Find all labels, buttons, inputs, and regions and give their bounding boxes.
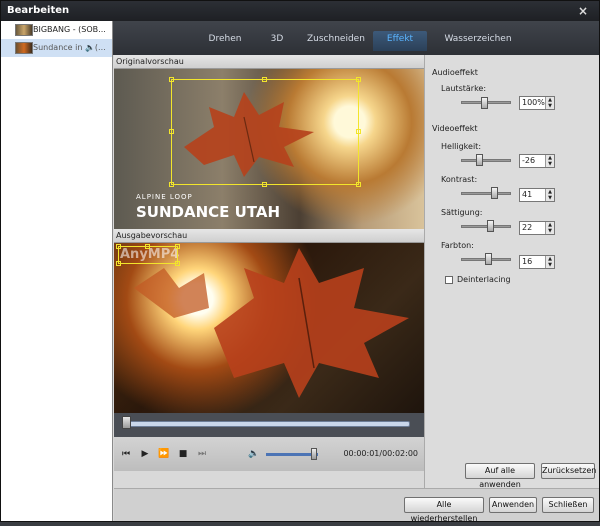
crop-handle[interactable] xyxy=(356,129,361,134)
crop-handle[interactable] xyxy=(356,182,361,187)
volume-icon[interactable]: 🔈 xyxy=(248,448,260,460)
watermark-handle[interactable] xyxy=(145,244,150,249)
original-preview-label: Originalvorschau xyxy=(114,55,424,69)
watermark-handle[interactable] xyxy=(175,261,180,266)
brightness-thumb[interactable] xyxy=(476,154,483,166)
spinner-arrows-icon[interactable]: ▲ ▼ xyxy=(545,256,554,268)
seek-bar[interactable] xyxy=(126,421,410,427)
video-thumbnail xyxy=(15,24,33,36)
stop-icon[interactable]: ■ xyxy=(177,448,189,460)
saturation-thumb[interactable] xyxy=(487,220,494,232)
contrast-slider[interactable] xyxy=(461,192,511,195)
brightness-value: -26 xyxy=(522,156,536,165)
hue-thumb[interactable] xyxy=(485,253,492,265)
contrast-spinbox[interactable]: 41 ▲ ▼ xyxy=(519,188,555,202)
crop-frame[interactable] xyxy=(171,79,359,185)
player-controls: ⏮ ▶ ⏩ ■ ⏭ 🔈 00:00:01/00:02:00 xyxy=(114,437,424,471)
reset-button[interactable]: Zurücksetzen xyxy=(541,463,596,479)
apply-to-all-button[interactable]: Auf alle anwenden xyxy=(465,463,535,489)
spinner-arrows-icon[interactable]: ▲ ▼ xyxy=(545,97,554,109)
crop-handle[interactable] xyxy=(262,77,267,82)
title-bar: Bearbeiten × xyxy=(1,1,599,21)
file-list: BIGBANG - (SOB... Sundance in 🔈(... xyxy=(1,21,113,521)
fast-forward-icon[interactable]: ⏩ xyxy=(158,448,170,460)
tab-effect[interactable]: Effekt xyxy=(373,31,427,51)
tab-bar: Drehen 3D Zuschneiden Effekt Wasserzeich… xyxy=(113,21,599,55)
saturation-slider[interactable] xyxy=(461,225,511,228)
watermark-handle[interactable] xyxy=(175,244,180,249)
saturation-value: 22 xyxy=(522,223,533,232)
skip-forward-icon[interactable]: ⏭ xyxy=(196,448,208,460)
hue-value: 16 xyxy=(522,257,533,266)
restore-all-button[interactable]: Alle wiederherstellen xyxy=(404,497,484,523)
tab-crop[interactable]: Zuschneiden xyxy=(307,31,365,51)
play-icon[interactable]: ▶ xyxy=(139,448,151,460)
volume-thumb[interactable] xyxy=(311,448,317,460)
crop-handle[interactable] xyxy=(169,129,174,134)
seek-thumb[interactable] xyxy=(122,416,131,429)
brightness-slider[interactable] xyxy=(461,159,511,162)
edit-window: Bearbeiten × BIGBANG - (SOB... Sundance … xyxy=(0,0,600,523)
bottom-button-bar: Alle wiederherstellen Anwenden Schließen xyxy=(114,488,599,523)
file-item-label: Sundance in 🔈(... xyxy=(33,43,106,52)
tab-rotate[interactable]: Drehen xyxy=(205,31,245,51)
deinterlace-checkbox[interactable] xyxy=(445,276,453,284)
file-item-sundance[interactable]: Sundance in 🔈(... xyxy=(1,39,112,57)
video-thumbnail xyxy=(15,42,33,54)
saturation-label: Sättigung: xyxy=(441,208,483,217)
effect-settings-panel: Audioeffekt Lautstärke: 100% ▲ ▼ Videoeff… xyxy=(424,55,599,489)
preview-column: Originalvorschau ALPINE LOOP SUNDANCE UT… xyxy=(114,55,424,471)
contrast-label: Kontrast: xyxy=(441,175,478,184)
tab-watermark[interactable]: Wasserzeichen xyxy=(443,31,513,51)
video-overlay-title: SUNDANCE UTAH xyxy=(136,203,281,221)
file-item-bigbang[interactable]: BIGBANG - (SOB... xyxy=(1,21,112,39)
audio-effect-heading: Audioeffekt xyxy=(432,68,478,77)
spinner-arrows-icon[interactable]: ▲ ▼ xyxy=(545,222,554,234)
seek-area xyxy=(114,413,424,437)
watermark-handle[interactable] xyxy=(116,261,121,266)
crop-handle[interactable] xyxy=(262,182,267,187)
output-preview-label: Ausgabevorschau xyxy=(114,229,424,243)
video-overlay-subtitle: ALPINE LOOP xyxy=(136,193,193,201)
spinner-arrows-icon[interactable]: ▲ ▼ xyxy=(545,189,554,201)
audio-volume-value: 100% xyxy=(522,98,545,107)
deinterlace-label: Deinterlacing xyxy=(457,275,511,284)
close-icon[interactable]: × xyxy=(573,4,593,18)
brightness-spinbox[interactable]: -26 ▲ ▼ xyxy=(519,154,555,168)
window-title: Bearbeiten xyxy=(7,5,70,16)
crop-handle[interactable] xyxy=(169,182,174,187)
brightness-label: Helligkeit: xyxy=(441,142,482,151)
leaf-image xyxy=(134,248,409,398)
hue-spinbox[interactable]: 16 ▲ ▼ xyxy=(519,255,555,269)
audio-volume-thumb[interactable] xyxy=(481,97,488,109)
file-item-label: BIGBANG - (SOB... xyxy=(33,25,106,34)
contrast-thumb[interactable] xyxy=(491,187,498,199)
crop-handle[interactable] xyxy=(169,77,174,82)
video-effect-heading: Videoeffekt xyxy=(432,124,478,133)
hue-label: Farbton: xyxy=(441,241,474,250)
output-preview: AnyMP4 xyxy=(114,243,424,413)
watermark-handle[interactable] xyxy=(116,244,121,249)
close-button[interactable]: Schließen xyxy=(542,497,594,513)
original-preview: ALPINE LOOP SUNDANCE UTAH xyxy=(114,69,424,229)
tab-3d[interactable]: 3D xyxy=(266,31,288,51)
time-display: 00:00:01/00:02:00 xyxy=(343,449,418,458)
spinner-arrows-icon[interactable]: ▲ ▼ xyxy=(545,155,554,167)
contrast-value: 41 xyxy=(522,190,533,199)
apply-button[interactable]: Anwenden xyxy=(489,497,537,513)
crop-handle[interactable] xyxy=(356,77,361,82)
skip-back-icon[interactable]: ⏮ xyxy=(120,448,132,460)
saturation-spinbox[interactable]: 22 ▲ ▼ xyxy=(519,221,555,235)
audio-volume-spinbox[interactable]: 100% ▲ ▼ xyxy=(519,96,555,110)
volume-label: Lautstärke: xyxy=(441,84,487,93)
